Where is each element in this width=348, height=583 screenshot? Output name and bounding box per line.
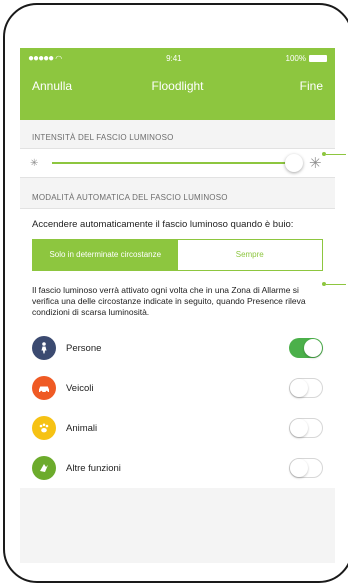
segment-callout-line	[322, 282, 346, 286]
intensity-slider-row: ✳ ✳	[20, 148, 335, 178]
segment-always-label: Sempre	[235, 250, 264, 259]
status-time: 9:41	[166, 53, 182, 63]
altre-funzioni-toggle[interactable]	[289, 458, 323, 478]
done-button[interactable]: Fine	[300, 79, 323, 93]
callout-dot	[322, 152, 326, 156]
intensity-section-header: INTENSITÀ DEL FASCIO LUMINOSO	[32, 133, 174, 142]
cancel-button[interactable]: Annulla	[32, 79, 72, 93]
battery-indicator: 100%	[286, 54, 327, 63]
status-bar: ●●●●● ◠ 9:41 100%	[20, 48, 335, 68]
list-item-veicoli: Veicoli	[20, 368, 335, 408]
persone-toggle[interactable]	[289, 338, 323, 358]
list-item-altre-funzioni: Altre funzioni	[20, 448, 335, 488]
list-item-label: Altre funzioni	[66, 462, 121, 474]
toggle-knob	[290, 379, 308, 397]
wifi-icon: ◠	[55, 53, 63, 63]
segment-always[interactable]: Sempre	[177, 240, 322, 270]
sun-large-icon: ✳	[309, 155, 322, 172]
list-item-label: Veicoli	[66, 382, 94, 394]
car-icon	[32, 376, 56, 400]
auto-mode-description: Il fascio luminoso verrà attivato ogni v…	[32, 285, 306, 317]
navbar: ●●●●● ◠ 9:41 100% Annulla Floodlight Fin…	[20, 48, 335, 120]
nav-row: Annulla Floodlight Fine	[20, 76, 335, 96]
signal-indicator: ●●●●● ◠	[28, 53, 62, 64]
list-item-animali: Animali	[20, 408, 335, 448]
veicoli-toggle[interactable]	[289, 378, 323, 398]
list-item-label: Persone	[66, 342, 102, 354]
paw-icon	[32, 416, 56, 440]
intensity-slider[interactable]	[52, 154, 303, 172]
animali-toggle[interactable]	[289, 418, 323, 438]
slider-thumb[interactable]	[285, 154, 303, 172]
battery-icon	[308, 54, 327, 62]
segment-conditional[interactable]: Solo in determinate circostanze	[33, 240, 178, 270]
mode-segmented-control: Solo in determinate circostanze Sempre	[32, 239, 323, 271]
person-icon	[32, 336, 56, 360]
misc-icon	[32, 456, 56, 480]
signal-dots: ●●●●●	[28, 52, 54, 64]
slider-callout-line	[322, 152, 346, 156]
auto-mode-block: Accendere automaticamente il fascio lumi…	[20, 208, 335, 488]
battery-percent: 100%	[285, 53, 306, 63]
list-item-persone: Persone	[20, 328, 335, 368]
toggle-knob	[290, 459, 308, 477]
toggle-knob	[290, 419, 308, 437]
trigger-list: Persone Veicoli Animali Altre funzioni	[20, 328, 335, 488]
callout-dot	[322, 282, 326, 286]
screen: ●●●●● ◠ 9:41 100% Annulla Floodlight Fin…	[20, 48, 335, 563]
sun-small-icon: ✳	[30, 157, 39, 169]
segment-conditional-label: Solo in determinate circostanze	[49, 250, 162, 259]
auto-mode-prompt: Accendere automaticamente il fascio lumi…	[32, 219, 294, 230]
auto-mode-section-header: MODALITÀ AUTOMATICA DEL FASCIO LUMINOSO	[32, 193, 228, 202]
toggle-knob	[304, 339, 322, 357]
list-item-label: Animali	[66, 422, 98, 434]
